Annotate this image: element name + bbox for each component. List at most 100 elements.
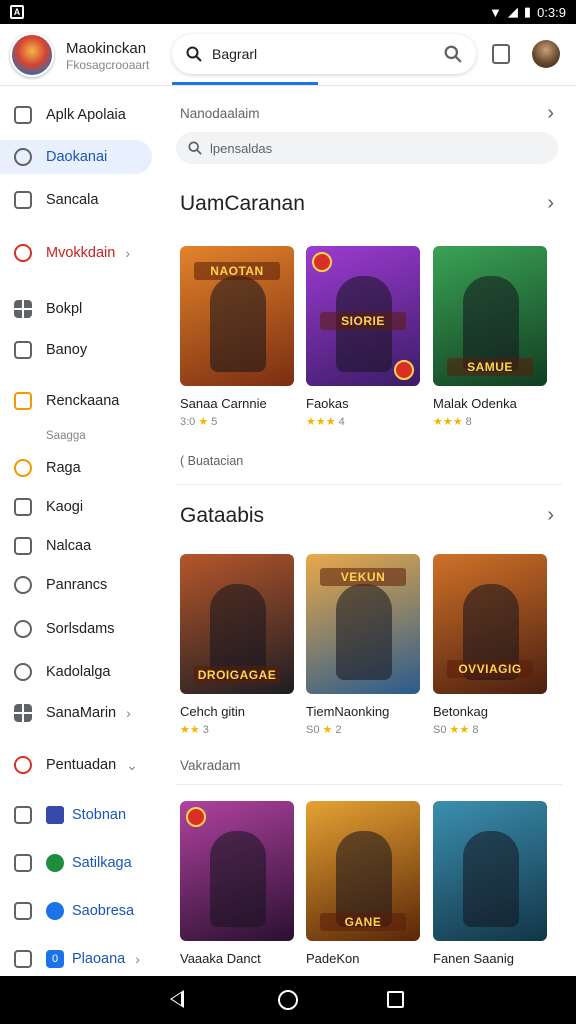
badge-icon	[186, 807, 206, 827]
tag-icon	[14, 341, 32, 359]
app-logo[interactable]	[10, 33, 54, 77]
game-card[interactable]: SAMUE Malak Odenka ★★★ 8	[433, 246, 547, 428]
sidebar-item-2[interactable]: Sancala	[0, 183, 152, 217]
game-art: SIORIE	[306, 246, 420, 386]
back-icon[interactable]	[170, 990, 184, 1008]
star-icon: ★★★	[433, 416, 463, 428]
divider	[176, 484, 562, 485]
refresh-icon	[14, 244, 32, 262]
game-art: GANE	[306, 801, 420, 941]
game-title: Malak Odenka	[433, 396, 517, 411]
chevron-down-icon: ⌄	[126, 756, 138, 773]
game-card[interactable]: Vaaaka Danct	[180, 801, 294, 966]
sidebar-item-10[interactable]: Panrancs	[0, 568, 152, 602]
filter-chip[interactable]: lpensaldas	[176, 132, 558, 164]
chevron-right-icon: ›	[125, 245, 130, 261]
filter-text: lpensaldas	[210, 140, 273, 156]
sidebar-item-5[interactable]: Banoy	[0, 333, 152, 367]
chevron-right-icon: ›	[126, 705, 131, 721]
star-icon: ★★★	[306, 416, 336, 428]
alarm-icon	[14, 663, 32, 681]
blue-circle-icon	[46, 902, 64, 920]
section-title: Gataabis	[180, 504, 265, 527]
star-icon: ★★	[180, 724, 200, 736]
sidebar: Aplk Apolaia Daokanai Sancala Mvokkdain ›…	[0, 88, 162, 976]
clock-icon	[14, 459, 32, 477]
sidebar-item-3[interactable]: Mvokkdain ›	[0, 236, 152, 270]
game-logo-text: NAOTAN	[194, 262, 280, 280]
search-tab-indicator	[172, 82, 318, 85]
game-art: OVVIAGIG	[433, 554, 547, 694]
game-logo-text: GANE	[320, 913, 406, 931]
game-art	[180, 801, 294, 941]
game-rating: S0 ★ 2	[306, 724, 342, 736]
sidebar-item-9[interactable]: Nalcaa	[0, 529, 152, 563]
sidebar-item-1[interactable]: Daokanai	[0, 140, 152, 174]
game-logo-text: DROIGAGAE	[194, 666, 280, 684]
game-rating: 3:0 ★ 5	[180, 416, 218, 428]
file-icon	[14, 498, 32, 516]
sidebar-item-15[interactable]: Stobnan	[0, 798, 152, 832]
game-card[interactable]: GANE PadeKon	[306, 801, 420, 966]
section-more-icon[interactable]: ›	[547, 504, 554, 527]
game-title: Faokas	[306, 396, 349, 411]
game-card[interactable]: SIORIE Faokas ★★★ 4	[306, 246, 420, 428]
sidebar-item-7[interactable]: Raga	[0, 451, 152, 485]
game-card[interactable]: OVVIAGIG Betonkag S0 ★★ 8	[433, 554, 547, 736]
game-rating: S0 ★★ 8	[433, 724, 479, 736]
list-icon	[14, 806, 32, 824]
game-logo-text: VEKUN	[320, 568, 406, 586]
app-header: Maokinckan Fkosagcrooaart Bagrarl	[0, 24, 576, 86]
badge-icon	[312, 252, 332, 272]
sidebar-item-16[interactable]: Satilkaga	[0, 846, 152, 880]
battery-icon: ▮	[523, 4, 532, 19]
game-logo-text: SAMUE	[447, 358, 533, 376]
lock-icon	[14, 854, 32, 872]
target-icon	[14, 756, 32, 774]
sidebar-item-17[interactable]: Saobresa	[0, 894, 152, 928]
game-card[interactable]: NAOTAN Sanaa Carnnie 3:0 ★ 5	[180, 246, 294, 428]
section-more-icon[interactable]: ›	[547, 192, 554, 215]
game-logo-text: SIORIE	[320, 312, 406, 330]
search-icon	[186, 46, 202, 62]
hero-figure	[210, 831, 266, 927]
blue-badge-icon: 0	[46, 950, 64, 968]
app-subtitle: Fkosagcrooaart	[66, 58, 150, 72]
row-title: Vakradam	[180, 758, 241, 773]
sidebar-item-11[interactable]: Sorlsdams	[0, 612, 152, 646]
more-link[interactable]: ( Buatacian	[180, 454, 243, 468]
game-card[interactable]: VEKUN TiemNaonking S0 ★ 2	[306, 554, 420, 736]
sidebar-item-14[interactable]: Pentuadan ⌄	[0, 748, 152, 782]
game-logo-text: OVVIAGIG	[447, 660, 533, 678]
sidebar-item-0[interactable]: Aplk Apolaia	[0, 98, 152, 132]
status-bar: A ▼ ◢ ▮ 0:3:9	[0, 0, 576, 24]
doc-icon	[14, 106, 32, 124]
chevron-right-icon[interactable]: ›	[547, 102, 554, 125]
game-art: NAOTAN	[180, 246, 294, 386]
notification-icon: A	[10, 5, 24, 19]
sidebar-item-18[interactable]: 0 Plaoana ›	[0, 942, 152, 976]
game-card[interactable]: Fanen Saanig	[433, 801, 547, 966]
search-input[interactable]: Bagrarl	[212, 46, 444, 62]
star-icon: ★★	[449, 724, 470, 736]
library-icon[interactable]	[492, 44, 510, 64]
search-bar[interactable]: Bagrarl	[172, 34, 476, 74]
game-title: Betonkag	[433, 704, 488, 719]
home-icon[interactable]	[278, 990, 298, 1010]
avatar[interactable]	[532, 40, 560, 68]
sidebar-item-6[interactable]: Renckaana	[0, 384, 152, 418]
sidebar-item-4[interactable]: Bokpl	[0, 292, 152, 326]
row-title: Nanodaalaim	[180, 106, 260, 121]
game-art: SAMUE	[433, 246, 547, 386]
game-card[interactable]: DROIGAGAE Cehch gitin ★★ 3	[180, 554, 294, 736]
list-icon	[14, 950, 32, 968]
search-submit-icon[interactable]	[444, 45, 462, 63]
sidebar-item-12[interactable]: Kadolalga	[0, 655, 152, 689]
game-rating: ★★★ 4	[306, 416, 345, 428]
person-icon	[14, 148, 32, 166]
signal-icon: ◢	[507, 4, 518, 19]
sidebar-item-8[interactable]: Kaogi	[0, 490, 152, 524]
app-name: Maokinckan	[66, 40, 147, 57]
sidebar-item-13[interactable]: SanaMarin ›	[0, 696, 152, 730]
recents-icon[interactable]	[387, 991, 404, 1008]
